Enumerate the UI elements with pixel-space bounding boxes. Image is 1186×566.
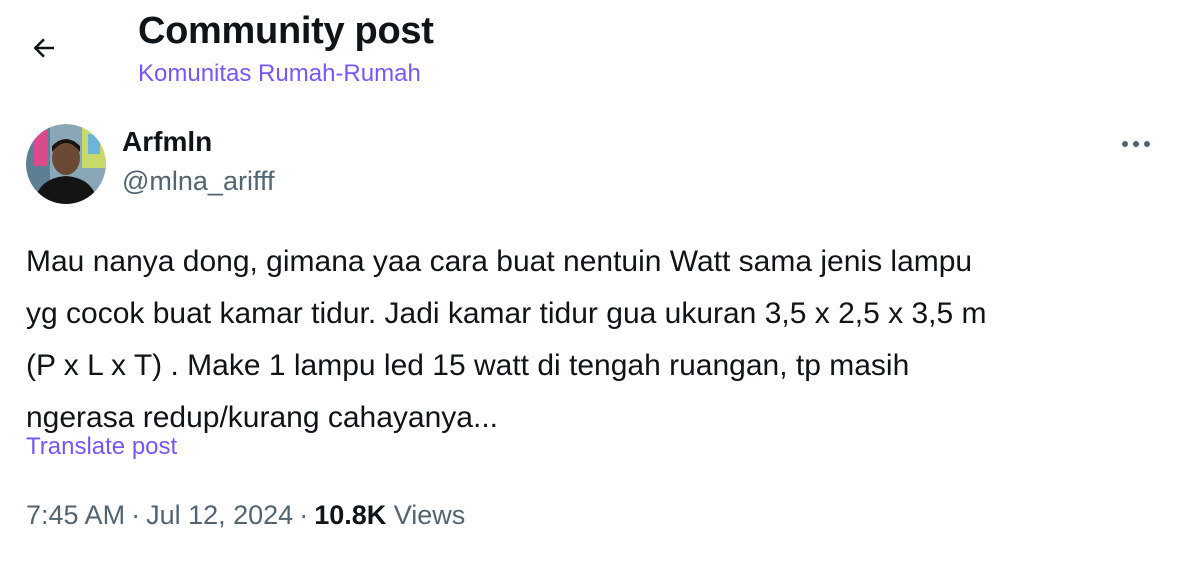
user-avatar-image xyxy=(26,124,106,204)
meta-separator: · xyxy=(131,500,141,530)
meta-separator: · xyxy=(299,500,309,530)
page-title: Community post xyxy=(138,10,434,52)
more-options-button[interactable] xyxy=(1116,128,1156,160)
back-button[interactable] xyxy=(22,26,66,70)
author-name[interactable]: Arfmln xyxy=(122,126,212,158)
author-handle[interactable]: @mlna_arifff xyxy=(122,166,274,197)
community-link[interactable]: Komunitas Rumah-Rumah xyxy=(138,60,421,88)
translate-post-link[interactable]: Translate post xyxy=(26,433,177,461)
views-label: Views xyxy=(393,500,466,530)
views-count[interactable]: 10.8K xyxy=(314,500,386,530)
post-text: Mau nanya dong, gimana yaa cara buat nen… xyxy=(26,245,987,434)
post-time[interactable]: 7:45 AM xyxy=(26,500,125,530)
arrow-left-icon xyxy=(33,38,54,58)
post-date[interactable]: Jul 12, 2024 xyxy=(146,500,293,530)
avatar[interactable] xyxy=(26,124,106,204)
post-meta: 7:45 AM · Jul 12, 2024 · 10.8K Views xyxy=(26,500,465,531)
more-horizontal-icon xyxy=(1122,141,1150,147)
page-header: Community post Komunitas Rumah-Rumah xyxy=(0,0,1186,100)
